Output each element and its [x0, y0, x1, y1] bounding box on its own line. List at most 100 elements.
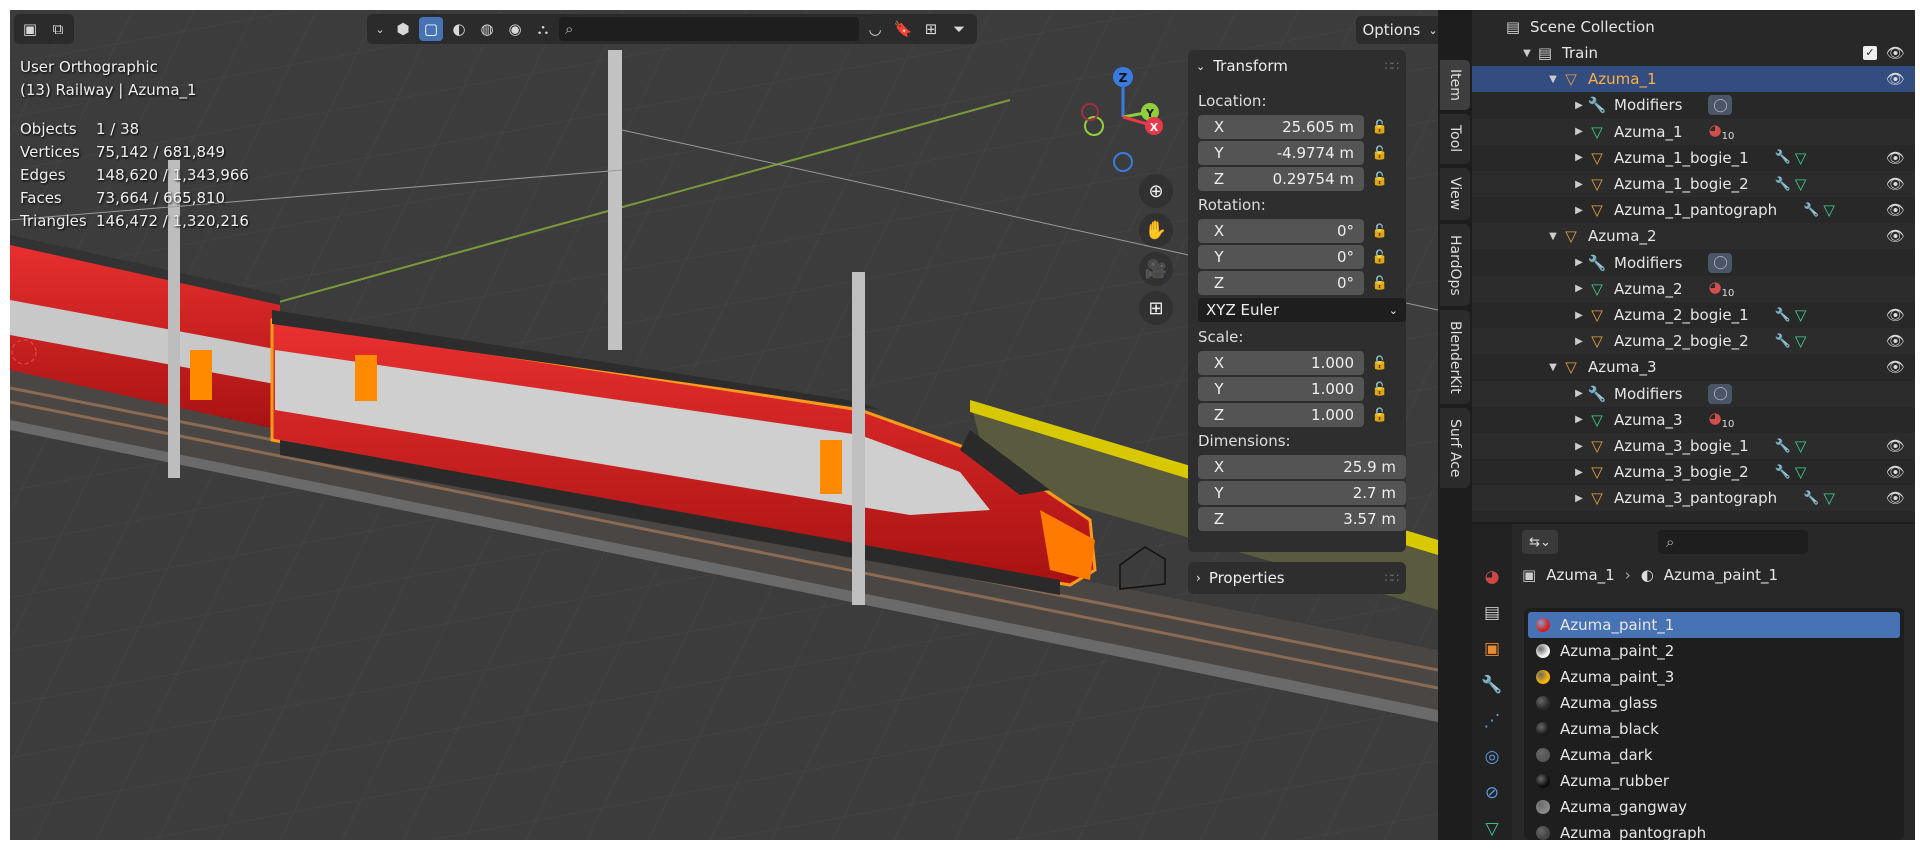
material-count-icon[interactable]: ◕10 [1709, 278, 1735, 299]
layout-icon[interactable]: ⊞ [919, 17, 943, 41]
scale-x-field[interactable]: X 1.000 🔓 [1198, 350, 1406, 376]
outliner-row[interactable]: ▶ ▽ Azuma_3_bogie_1 🔧 ▽ 👁 [1472, 433, 1915, 459]
outliner-row[interactable]: ▶ ▽ Azuma_1_pantograph 🔧 ▽ 👁 [1472, 197, 1915, 223]
object-tab-icon[interactable]: ▣ [1477, 634, 1507, 664]
scale-y-field[interactable]: Y 1.000 🔓 [1198, 376, 1406, 402]
tab-hardops[interactable]: HardOps [1440, 224, 1470, 306]
stats-icon[interactable]: ⛬ [531, 17, 555, 41]
tab-surf-ace[interactable]: Surf Ace [1440, 408, 1470, 488]
location-z-field[interactable]: Z 0.29754 m 🔓 [1198, 166, 1406, 192]
select-extend-icon[interactable]: ⧉ [46, 17, 70, 41]
outliner-row[interactable]: ▶ ▽ Azuma_1 ◕10 [1472, 118, 1915, 145]
unlock-icon[interactable]: 🔓 [1364, 356, 1396, 371]
material-slot[interactable]: Azuma_paint_2 [1528, 638, 1900, 664]
tab-tool[interactable]: Tool [1440, 114, 1470, 164]
outliner-row[interactable]: ▼ ▽ Azuma_1 👁 [1472, 66, 1915, 93]
unlock-icon[interactable]: 🔓 [1364, 408, 1396, 423]
dimensions-y-field[interactable]: Y 2.7 m [1198, 480, 1406, 506]
material-shading-icon[interactable]: ◍ [475, 17, 499, 41]
disclosure-triangle-icon[interactable]: ▶ [1572, 152, 1586, 163]
modifier-badge-icon[interactable]: ◯ [1708, 383, 1733, 404]
wrench-icon[interactable]: 🔧 [1803, 203, 1819, 218]
dimensions-z-field[interactable]: Z 3.57 m [1198, 506, 1406, 532]
unlock-icon[interactable]: 🔓 [1364, 172, 1396, 187]
visibility-eye-icon[interactable]: 👁 [1886, 332, 1905, 350]
tab-view[interactable]: View [1440, 168, 1470, 220]
modifier-badge-icon[interactable]: ◯ [1708, 252, 1733, 273]
outliner-row[interactable]: ▼ ▽ Azuma_2 👁 [1472, 223, 1915, 250]
mesh-data-icon[interactable]: ▽ [1795, 463, 1807, 481]
wrench-icon[interactable]: 🔧 [1775, 150, 1791, 165]
visibility-eye-icon[interactable]: 👁 [1886, 227, 1905, 245]
outliner-row[interactable]: ▶ 🔧 Modifiers ◯ [1472, 92, 1915, 118]
outliner-row[interactable]: ▶ ▽ Azuma_2_bogie_2 🔧 ▽ 👁 [1472, 328, 1915, 355]
visibility-eye-icon[interactable]: 👁 [1886, 175, 1905, 193]
particles-tab-icon[interactable]: ⋰ [1477, 706, 1507, 736]
world-tab-icon[interactable]: ◕ [1477, 562, 1507, 592]
material-count-icon[interactable]: ◕10 [1709, 121, 1735, 142]
viewport-shading-icon[interactable]: ⬢ [391, 17, 415, 41]
outliner-row[interactable]: ▶ ▽ Azuma_2 ◕10 [1472, 275, 1915, 302]
properties-panel-collapsed[interactable]: › Properties ∷∷ [1188, 562, 1406, 594]
material-slot[interactable]: Azuma_paint_1 [1528, 612, 1900, 638]
mesh-data-icon[interactable]: ▽ [1795, 175, 1807, 193]
unlock-icon[interactable]: 🔓 [1364, 120, 1396, 135]
disclosure-triangle-icon[interactable]: ▼ [1546, 74, 1560, 85]
outliner-row[interactable]: ▼ ▽ Azuma_3 👁 [1472, 354, 1915, 380]
material-slot[interactable]: Azuma_dark [1528, 742, 1900, 768]
exclude-checkbox[interactable]: ✓ [1863, 46, 1877, 60]
material-slot[interactable]: Azuma_gangway [1528, 794, 1900, 820]
chevron-down-icon[interactable]: ⌄ [373, 17, 387, 41]
data-tab-icon[interactable]: ▽ [1477, 814, 1507, 840]
visibility-eye-icon[interactable]: 👁 [1886, 44, 1905, 62]
rotation-z-field[interactable]: Z 0° 🔓 [1198, 270, 1406, 296]
rotation-mode-select[interactable]: XYZ Euler ⌄ [1198, 298, 1406, 322]
material-slot[interactable]: Azuma_black [1528, 716, 1900, 742]
unlock-icon[interactable]: 🔓 [1364, 382, 1396, 397]
outliner-row[interactable]: ▶ ▽ Azuma_1_bogie_2 🔧 ▽ 👁 [1472, 171, 1915, 197]
disclosure-triangle-icon[interactable]: ▶ [1572, 388, 1586, 399]
gizmo-neg-z[interactable] [1113, 152, 1133, 172]
material-slot[interactable]: Azuma_pantograph [1528, 820, 1900, 840]
collection-tab-icon[interactable]: ▤ [1477, 598, 1507, 628]
location-y-field[interactable]: Y -4.9774 m 🔓 [1198, 140, 1406, 166]
wrench-icon[interactable]: 🔧 [1775, 334, 1791, 349]
mesh-data-icon[interactable]: ▽ [1823, 201, 1835, 219]
disclosure-triangle-icon[interactable]: ▶ [1572, 414, 1586, 425]
overlay-toggle-icon[interactable]: ◡ [863, 17, 887, 41]
tab-item[interactable]: Item [1440, 60, 1470, 110]
disclosure-triangle-icon[interactable]: ▶ [1572, 205, 1586, 216]
outliner-scene-collection[interactable]: ▤ Scene Collection [1472, 14, 1915, 40]
pan-hand-icon[interactable]: ✋ [1139, 213, 1173, 247]
selectable-filter-icon[interactable]: ▢ [419, 17, 443, 41]
wrench-icon[interactable]: 🔧 [1803, 491, 1819, 506]
visibility-eye-icon[interactable]: 👁 [1886, 306, 1905, 324]
ortho-grid-icon[interactable]: ⊞ [1139, 291, 1173, 325]
disclosure-triangle-icon[interactable]: ▼ [1520, 48, 1534, 59]
dimensions-x-field[interactable]: X 25.9 m [1198, 454, 1406, 480]
material-slot[interactable]: Azuma_glass [1528, 690, 1900, 716]
disclosure-triangle-icon[interactable]: ▶ [1572, 336, 1586, 347]
visibility-eye-icon[interactable]: 👁 [1886, 149, 1905, 167]
select-box-icon[interactable]: ▣ [18, 17, 42, 41]
outliner-row[interactable]: ▼ ▤ Train ✓ 👁 [1472, 40, 1915, 66]
visibility-eye-icon[interactable]: 👁 [1886, 489, 1905, 507]
disclosure-triangle-icon[interactable]: ▶ [1572, 493, 1586, 504]
drag-grip-icon[interactable]: ∷∷ [1385, 59, 1399, 73]
disclosure-triangle-icon[interactable]: ▶ [1572, 257, 1586, 268]
visibility-eye-icon[interactable]: 👁 [1886, 358, 1905, 376]
physics-tab-icon[interactable]: ◎ [1477, 742, 1507, 772]
wrench-icon[interactable]: 🔧 [1775, 308, 1791, 323]
rotation-y-field[interactable]: Y 0° 🔓 [1198, 244, 1406, 270]
tab-blenderkit[interactable]: BlenderKit [1440, 310, 1470, 404]
outliner-row[interactable]: ▶ ▽ Azuma_3_bogie_2 🔧 ▽ 👁 [1472, 459, 1915, 485]
unlock-icon[interactable]: 🔓 [1364, 146, 1396, 161]
navigation-gizmo[interactable]: Z Y X [1068, 62, 1178, 172]
unlock-icon[interactable]: 🔓 [1364, 276, 1396, 291]
outliner-row[interactable]: ▶ ▽ Azuma_1_bogie_1 🔧 ▽ 👁 [1472, 145, 1915, 171]
outliner-row[interactable]: ▶ ▽ Azuma_3_pantograph 🔧 ▽ 👁 [1472, 485, 1915, 512]
disclosure-triangle-icon[interactable]: ▶ [1572, 283, 1586, 294]
disclosure-triangle-icon[interactable]: ▶ [1572, 467, 1586, 478]
disclosure-triangle-icon[interactable]: ▼ [1546, 362, 1560, 373]
unlock-icon[interactable]: 🔓 [1364, 250, 1396, 265]
